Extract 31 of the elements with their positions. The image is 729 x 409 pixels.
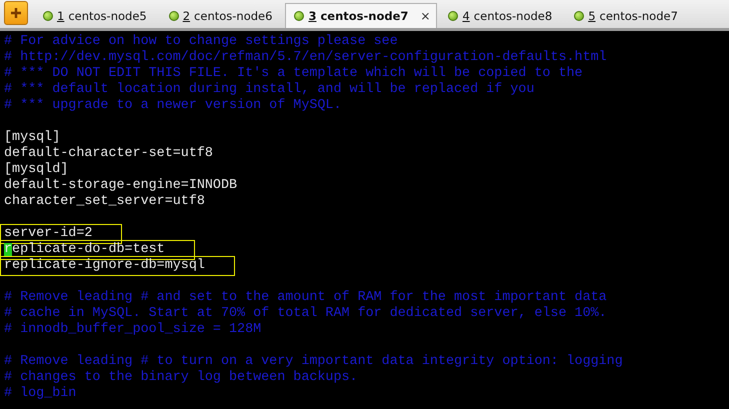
- config-line: default-character-set=utf8: [4, 146, 213, 162]
- config-line: server-id=2: [2, 226, 120, 242]
- config-line: [mysqld]: [4, 162, 68, 178]
- tab[interactable]: 1 centos-node5: [34, 3, 158, 28]
- status-dot-icon: [43, 11, 53, 21]
- config-line: character_set_server=utf8: [4, 194, 205, 210]
- tab[interactable]: 3 centos-node7 ×: [285, 3, 438, 28]
- comment-line: # *** DO NOT EDIT THIS FILE. It's a template which will be copied to the: [4, 66, 583, 82]
- new-tab-button[interactable]: [4, 1, 28, 25]
- plus-icon: [10, 7, 22, 19]
- config-line: replicate-ignore-db=mysql: [2, 258, 233, 274]
- comment-line: # For advice on how to change settings please see: [4, 34, 398, 50]
- config-line: [mysql]: [4, 130, 60, 146]
- status-dot-icon: [448, 11, 458, 21]
- comment-line: # changes to the binary log between backups.: [4, 370, 358, 386]
- tab[interactable]: 4 centos-node8: [439, 3, 564, 28]
- comment-line: # log_bin: [4, 386, 76, 402]
- close-icon[interactable]: ×: [420, 9, 430, 23]
- status-dot-icon: [294, 11, 304, 21]
- status-dot-icon: [168, 11, 179, 21]
- tab[interactable]: 5 centos-node7: [565, 3, 689, 28]
- status-dot-icon: [574, 11, 584, 21]
- comment-line: # *** default location during install, and will be replaced if you: [4, 82, 534, 98]
- tab[interactable]: 2 centos-node6: [160, 3, 284, 28]
- comment-line: # *** upgrade to a newer version of MySQL.: [4, 98, 342, 114]
- comment-line: # innodb_buffer_pool_size = 128M: [4, 322, 262, 338]
- comment-line: # http://dev.mysql.com/doc/refman/5.7/en/server-configuration-defaults.html: [4, 50, 607, 66]
- comment-line: # Remove leading # to turn on a very important data integrity option: logging: [4, 354, 623, 370]
- comment-line: # cache in MySQL. Start at 70% of total RAM for dedicated server, else 10%.: [4, 306, 607, 322]
- config-line: default-storage-engine=INNODB: [4, 178, 238, 194]
- comment-line: # Remove leading # and set to the amount of RAM for the most important data: [4, 290, 607, 306]
